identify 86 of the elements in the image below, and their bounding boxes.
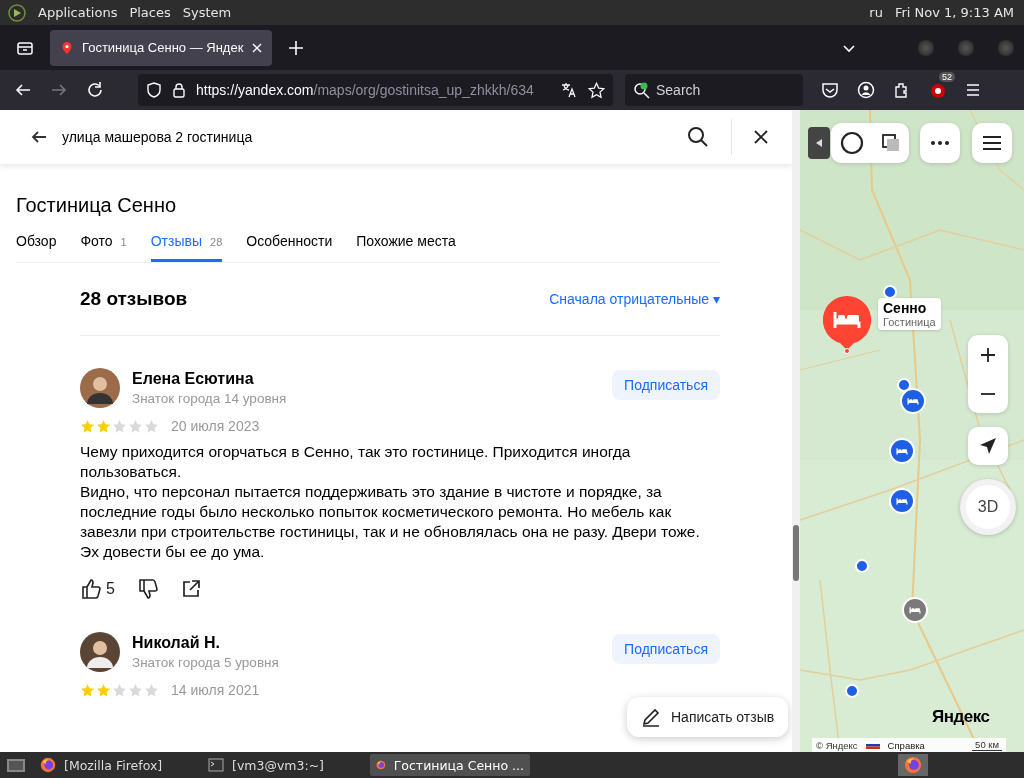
firefox-icon	[40, 757, 56, 773]
place-label[interactable]: Сенно Гостиница	[878, 298, 941, 330]
clock[interactable]: Fri Nov 1, 9:13 AM	[894, 5, 1014, 20]
search-icon[interactable]	[687, 126, 709, 148]
author-level: Знаток города 14 уровня	[132, 391, 288, 406]
reload-icon[interactable]	[86, 81, 104, 99]
author-level: Знаток города 5 уровня	[132, 655, 280, 670]
share-icon[interactable]	[180, 579, 201, 599]
star-icon[interactable]	[588, 81, 605, 99]
thumbs-up-icon	[80, 578, 102, 600]
star-icon	[128, 418, 143, 434]
terminal-icon	[208, 757, 224, 773]
review-date: 20 июля 2023	[171, 418, 260, 434]
place-tab[interactable]: Похожие места	[356, 233, 456, 262]
copyright-text: © Яндекс	[816, 739, 858, 751]
pencil-icon	[641, 707, 661, 727]
scrollbar[interactable]	[792, 110, 800, 752]
star-icon	[80, 418, 95, 434]
browser-tab[interactable]: Гостиница Сенно — Яндек	[50, 29, 272, 66]
yandex-logo: Яндекс	[932, 707, 990, 727]
reviews-heading: 28 отзывов	[80, 288, 188, 310]
review-text: Эх довести бы ее до ума.	[80, 542, 266, 562]
star-icon	[96, 418, 111, 434]
write-review-button[interactable]: Написать отзыв	[627, 697, 789, 737]
place-tab[interactable]: Отзывы 28	[150, 233, 223, 262]
locate-button[interactable]	[968, 427, 1008, 465]
author-name[interactable]: Елена Есютина	[132, 370, 601, 388]
scale-bar: 50 км	[972, 739, 1002, 751]
star-icon	[80, 682, 95, 698]
help-link[interactable]: Справка	[887, 739, 925, 751]
panel-menu[interactable]: Places	[129, 5, 171, 20]
subscribe-button[interactable]: Подписаться	[612, 370, 720, 400]
close-icon[interactable]	[754, 130, 768, 144]
zoom-in-icon[interactable]	[980, 346, 996, 363]
lock-icon[interactable]	[172, 82, 186, 98]
pin-icon	[60, 40, 74, 55]
count-badge: 52	[939, 72, 955, 82]
subscribe-button[interactable]: Подписаться	[612, 634, 720, 664]
selected-hotel-pin[interactable]	[823, 296, 871, 354]
more-button[interactable]	[920, 123, 960, 163]
review-text: Видно, что персонал пытается поддерживать это здание в чистоте и порядке, за последние годы было несколько попыток косметического ремонта. Но мебель как завезли при строительстве гостиницы, так и не обновлялась она не разу. Двери тоже.	[80, 482, 700, 542]
shield-icon[interactable]	[146, 82, 162, 98]
pocket-icon[interactable]	[821, 81, 839, 99]
like-button[interactable]: 5	[80, 578, 115, 600]
taskbar-item[interactable]: [vm3@vm3:~]	[202, 754, 362, 776]
star-icon	[144, 418, 159, 434]
translate-icon[interactable]	[560, 81, 578, 99]
search-field[interactable]: Search	[625, 74, 803, 106]
author-name[interactable]: Николай Н.	[132, 634, 601, 652]
review-date: 14 июля 2021	[171, 682, 260, 698]
keyboard-layout[interactable]: ru	[869, 5, 883, 20]
account-icon[interactable]	[857, 81, 875, 99]
star-icon	[112, 682, 127, 698]
logo-icon[interactable]	[8, 3, 26, 22]
panel-menu[interactable]: Applications	[38, 5, 118, 20]
extension-icon[interactable]	[929, 81, 947, 99]
circle-icon[interactable]	[839, 131, 864, 155]
flag-icon[interactable]	[865, 741, 880, 749]
show-desktop-icon[interactable]	[6, 756, 26, 774]
taskbar-item[interactable]: [Mozilla Firefox]	[34, 754, 194, 776]
place-tab[interactable]: Обзор	[16, 233, 57, 262]
place-tab[interactable]: Фото 1	[80, 233, 127, 262]
more-icon	[930, 140, 950, 146]
taskbar-item[interactable]: Гостиница Сенно ...	[370, 754, 530, 776]
avatar[interactable]	[80, 368, 120, 408]
star-icon	[112, 418, 127, 434]
layers-icon[interactable]	[880, 133, 901, 153]
avatar[interactable]	[80, 632, 120, 672]
firefox-icon	[904, 756, 922, 774]
dislike-icon[interactable]	[136, 578, 159, 600]
search-icon	[633, 81, 651, 99]
menu-icon	[982, 135, 1002, 151]
collapse-handle[interactable]	[808, 127, 830, 159]
review-text: Чему приходится огорчаться в Сенно, так это гостинице. Приходится иногда пользоваться.	[80, 442, 632, 482]
star-icon	[96, 682, 111, 698]
star-icon	[128, 682, 143, 698]
place-title: Гостиница Сенно	[16, 194, 177, 217]
panel-menu[interactable]: System	[182, 5, 232, 20]
navigation-arrow-icon	[979, 437, 997, 455]
place-tab[interactable]: Особенности	[246, 233, 333, 262]
plus-icon[interactable]	[288, 39, 304, 56]
address-bar[interactable]: https://yandex.com/maps/org/gostinitsa_up_zhkkh/634	[138, 74, 613, 106]
sort-dropdown[interactable]: Сначала отрицательные ▾	[549, 291, 720, 307]
menu-icon[interactable]	[965, 82, 981, 98]
star-icon	[144, 682, 159, 698]
menu-button[interactable]	[972, 123, 1012, 163]
